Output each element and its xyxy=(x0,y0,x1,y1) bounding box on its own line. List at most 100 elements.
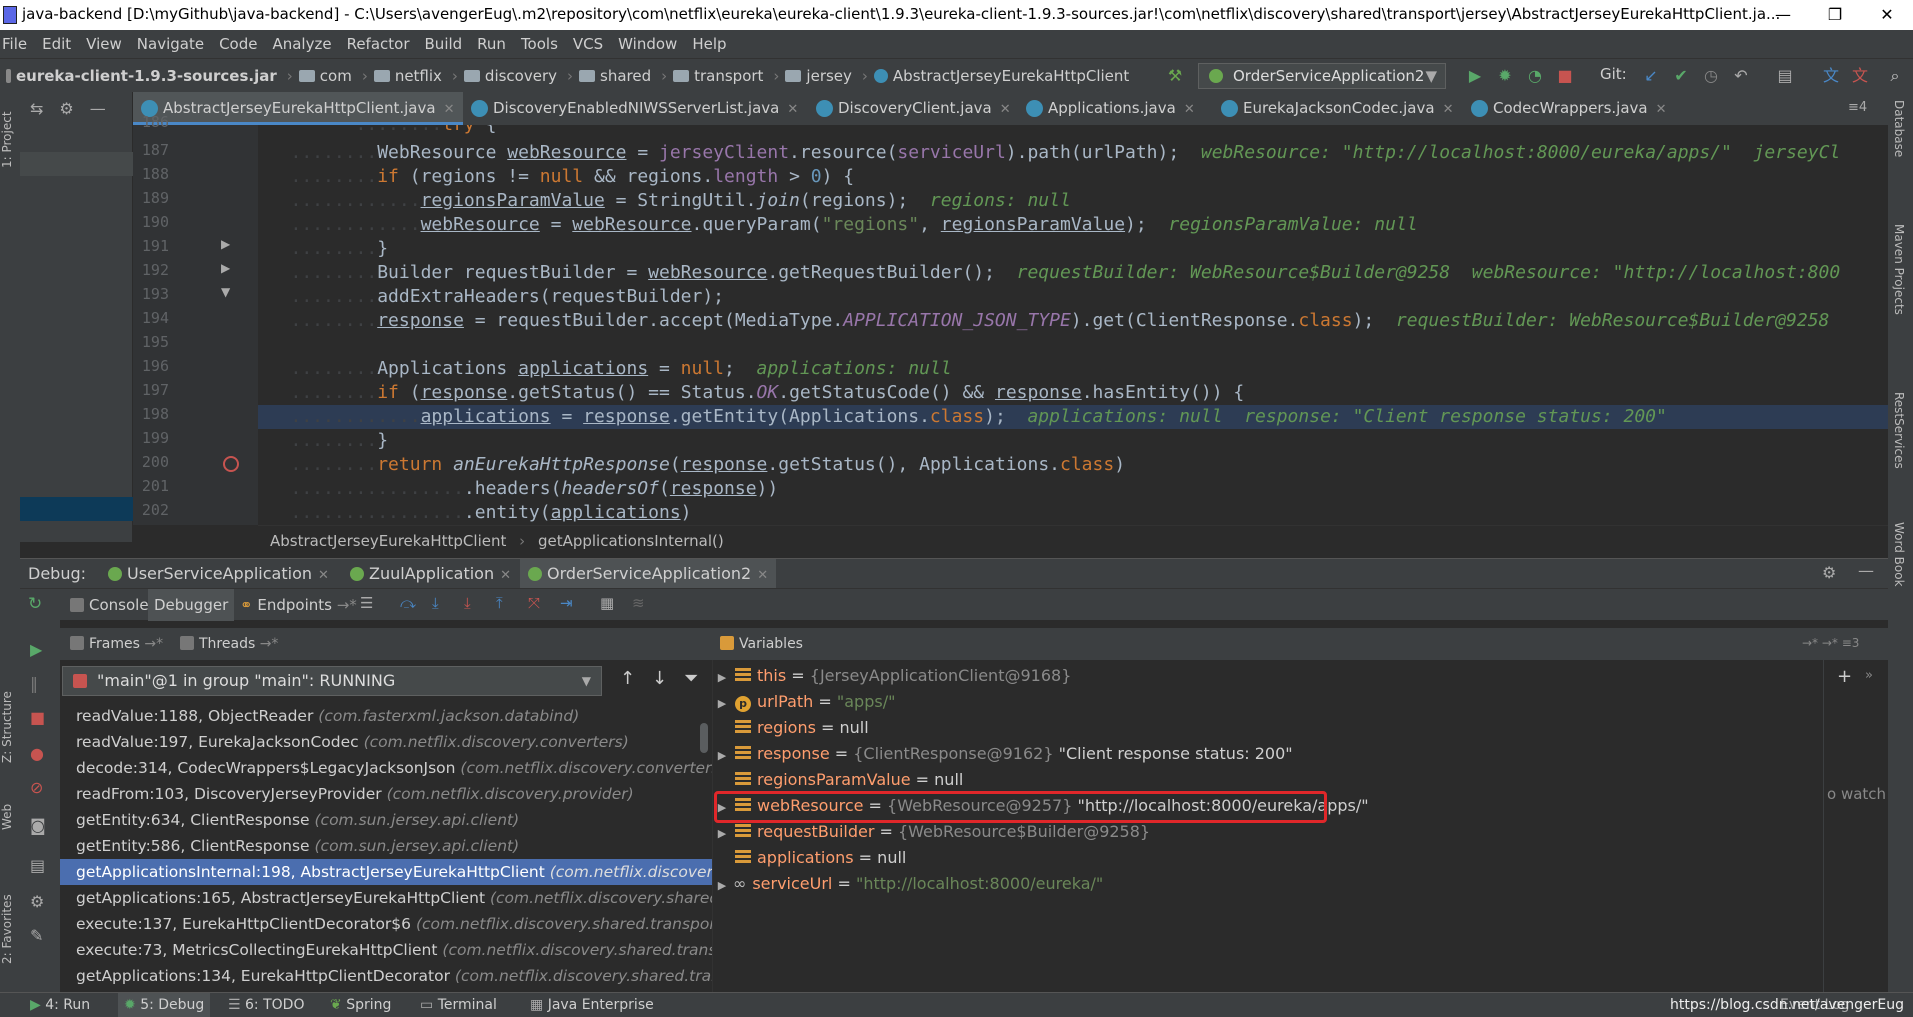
menu-run[interactable]: Run xyxy=(477,35,506,53)
nav-crumb-com[interactable]: › com xyxy=(281,59,352,93)
spring-tool-tab[interactable]: ❦ Spring xyxy=(330,993,391,1017)
breadcrumb-class[interactable]: AbstractJerseyEurekaHttpClient xyxy=(270,532,506,550)
frame-item[interactable]: getEntity:586, ClientResponse (com.sun.j… xyxy=(60,833,712,859)
settings-gear-icon[interactable]: ⚙ xyxy=(30,892,44,911)
code-editor[interactable]: ........try { ........WebResource webRes… xyxy=(258,125,1888,525)
hide-debug-panel-icon[interactable]: — xyxy=(1858,561,1874,580)
frame-item-selected[interactable]: getApplicationsInternal:198, AbstractJer… xyxy=(60,859,712,885)
step-out-icon[interactable]: ⤒ xyxy=(496,594,503,612)
add-watch-icon[interactable]: + xyxy=(1837,666,1852,687)
search-everywhere-icon[interactable]: ⌕ xyxy=(1883,64,1907,88)
evaluate-expression-icon[interactable]: ▦ xyxy=(600,594,614,612)
variables-panel-options[interactable]: →* →* ≡3 xyxy=(1802,636,1859,650)
menu-analyze[interactable]: Analyze xyxy=(272,35,331,53)
frame-item[interactable]: execute:73, MetricsCollectingEurekaHttpC… xyxy=(60,937,712,963)
close-tab-icon[interactable]: ✕ xyxy=(787,102,798,117)
project-panel[interactable]: ⇆ ⚙ — xyxy=(20,92,133,542)
frame-item[interactable]: getApplications:165, AbstractJerseyEurek… xyxy=(60,885,712,911)
maven-tool-window[interactable]: Maven Projects xyxy=(1892,224,1906,315)
menu-navigate[interactable]: Navigate xyxy=(137,35,204,53)
coverage-icon[interactable]: ◔ xyxy=(1523,64,1547,88)
stop-icon[interactable]: ■ xyxy=(30,708,45,727)
step-over-icon[interactable]: ⤼ xyxy=(400,594,416,612)
variable-response[interactable]: ▶ response = {ClientResponse@9162} "Clien… xyxy=(713,741,1293,767)
word-book-tool-window[interactable]: Word Book xyxy=(1892,522,1906,587)
force-step-into-icon[interactable]: ⤓ xyxy=(464,594,471,612)
frame-item[interactable]: decode:314, CodecWrappers$LegacyJacksonJ… xyxy=(60,755,712,781)
debug-tool-tab[interactable]: ✹ 5: Debug xyxy=(118,993,211,1017)
variable-url-path[interactable]: ▶ p urlPath = "apps/" xyxy=(713,689,895,715)
run-to-cursor-icon[interactable]: ⇥ xyxy=(560,594,573,612)
translate-alt-icon[interactable]: 文 xyxy=(1848,64,1872,88)
layout-icon[interactable]: ▤ xyxy=(30,856,45,875)
close-tab-icon[interactable]: ✕ xyxy=(444,102,455,117)
variable-applications[interactable]: applications = null xyxy=(713,845,906,871)
run-icon[interactable]: ▶ xyxy=(1463,64,1487,88)
frame-item[interactable]: readValue:1188, ObjectReader (com.faster… xyxy=(60,703,712,729)
menu-refactor[interactable]: Refactor xyxy=(347,35,410,53)
tab-discovery-client[interactable]: DiscoveryClient.java ✕ xyxy=(808,92,1018,125)
variable-service-url[interactable]: ▶ ∞ serviceUrl = "http://localhost:8000/eu… xyxy=(713,871,1103,897)
frame-item[interactable]: getApplications:134, EurekaHttpClientDec… xyxy=(60,963,712,989)
debug-session-zuul[interactable]: ZuulApplication ✕ xyxy=(350,559,511,589)
menu-build[interactable]: Build xyxy=(425,35,463,53)
nav-crumb-transport[interactable]: › transport xyxy=(655,59,763,93)
frame-item[interactable]: readValue:197, EurekaJacksonCodec (com.n… xyxy=(60,729,712,755)
git-update-icon[interactable]: ↙ xyxy=(1639,64,1663,88)
trace-icon[interactable]: ≋ xyxy=(632,594,645,612)
close-tab-icon[interactable]: ✕ xyxy=(318,568,329,583)
tab-applications[interactable]: Applications.java ✕ xyxy=(1018,92,1213,125)
menu-help[interactable]: Help xyxy=(692,35,726,53)
step-into-icon[interactable]: ⤓ xyxy=(432,594,439,612)
todo-tool-tab[interactable]: ☰ 6: TODO xyxy=(228,993,304,1017)
menu-file[interactable]: File xyxy=(2,35,27,53)
fold-expand-icon[interactable]: ▶ xyxy=(221,261,230,275)
tab-discovery-enabled-niws-server-list[interactable]: DiscoveryEnabledNIWSServerList.java ✕ xyxy=(463,92,808,125)
database-tool-window[interactable]: Database xyxy=(1892,100,1906,157)
frame-item[interactable]: execute:137, EurekaHttpClientDecorator$6… xyxy=(60,911,712,937)
stop-icon[interactable]: ■ xyxy=(1553,64,1577,88)
pause-icon[interactable]: ‖ xyxy=(30,674,38,693)
next-thread-icon[interactable]: ↓ xyxy=(652,668,667,689)
close-tab-icon[interactable]: ✕ xyxy=(1184,102,1195,117)
thread-select[interactable]: "main"@1 in group "main": RUNNING ▼ xyxy=(62,666,602,696)
filter-icon[interactable]: ⏷ xyxy=(684,668,698,689)
debug-bug-icon[interactable]: ✹ xyxy=(1493,64,1517,88)
previous-thread-icon[interactable]: ↑ xyxy=(620,668,635,689)
editor-gutter[interactable]: 186 187 188 189 190 191 192 193 194 195 … xyxy=(133,113,258,525)
debug-session-user-service[interactable]: UserServiceApplication ✕ xyxy=(108,559,329,589)
console-tab[interactable]: Console xyxy=(64,589,155,621)
menu-view[interactable]: View xyxy=(86,35,122,53)
menu-vcs[interactable]: VCS xyxy=(573,35,603,53)
view-breakpoints-icon[interactable]: ● xyxy=(30,744,44,763)
java-enterprise-tool-tab[interactable]: ▦ Java Enterprise xyxy=(530,993,654,1017)
git-history-icon[interactable]: ◷ xyxy=(1699,64,1723,88)
project-structure-icon[interactable]: ▤ xyxy=(1773,64,1797,88)
endpoints-tab[interactable]: ⚭ Endpoints →* xyxy=(234,589,363,621)
nav-crumb-class[interactable]: › AbstractJerseyEurekaHttpClient xyxy=(856,59,1129,93)
menu-code[interactable]: Code xyxy=(219,35,257,53)
debugger-tab[interactable]: Debugger xyxy=(148,589,235,621)
nav-crumb-netflix[interactable]: › netflix xyxy=(356,59,442,93)
more-options-icon[interactable]: » xyxy=(1865,668,1873,683)
menu-edit[interactable]: Edit xyxy=(42,35,71,53)
settings-gear-icon[interactable]: ⚙ xyxy=(59,99,73,118)
translate-icon[interactable]: 文 xyxy=(1819,64,1843,88)
nav-crumb-jersey[interactable]: › jersey xyxy=(767,59,851,93)
tabs-overflow-button[interactable]: ≡4 xyxy=(1848,100,1867,115)
favorites-tool-window[interactable]: 2: Favorites xyxy=(0,882,20,977)
tab-abstract-jersey-eureka-http-client[interactable]: AbstractJerseyEurekaHttpClient.java ✕ xyxy=(133,92,463,125)
frame-item[interactable]: getEntity:634, ClientResponse (com.sun.j… xyxy=(60,807,712,833)
mute-breakpoints-icon[interactable]: ⊘ xyxy=(30,778,43,797)
close-tab-icon[interactable]: ✕ xyxy=(1000,102,1011,117)
git-revert-icon[interactable]: ↶ xyxy=(1729,64,1753,88)
drop-frame-icon[interactable]: ⤧ xyxy=(528,594,540,612)
breakpoint-icon[interactable] xyxy=(223,456,239,472)
menu-tools[interactable]: Tools xyxy=(521,35,558,53)
build-hammer-icon[interactable]: ⚒ xyxy=(1163,64,1187,88)
web-tool-window[interactable]: Web xyxy=(0,792,20,842)
minimize-button[interactable]: — xyxy=(1757,0,1809,30)
nav-crumb-discovery[interactable]: › discovery xyxy=(446,59,557,93)
variable-this[interactable]: ▶ this = {JerseyApplicationClient@9168} xyxy=(713,663,1072,689)
project-tree-selection[interactable] xyxy=(20,152,133,176)
